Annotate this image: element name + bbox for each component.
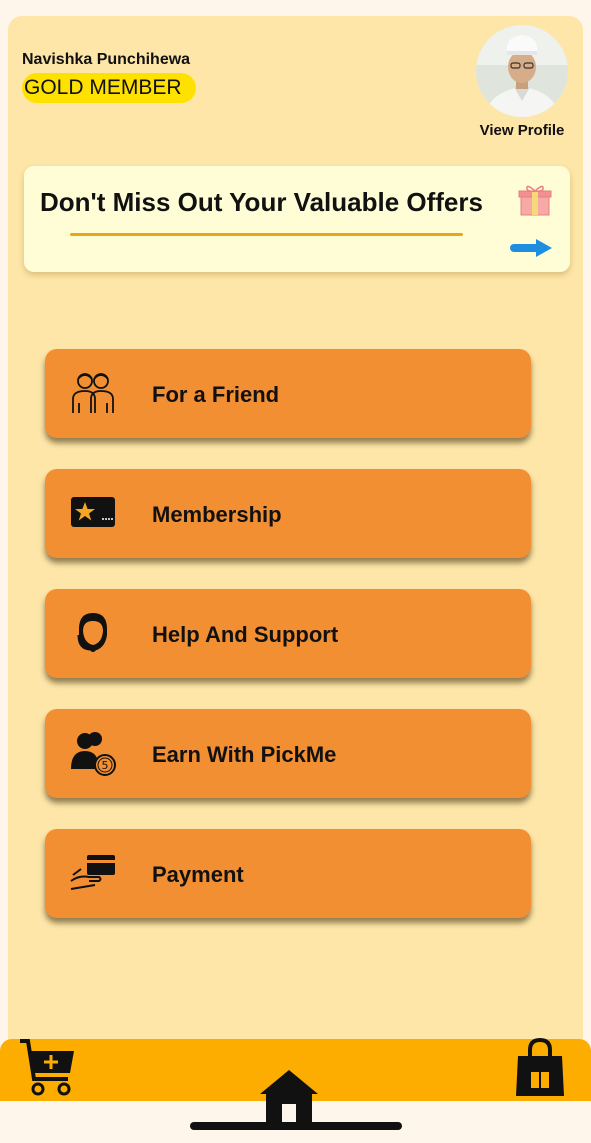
menu-item-earn-with-pickme[interactable]: 5 Earn With PickMe: [45, 709, 531, 798]
menu-item-label: Earn With PickMe: [152, 742, 337, 767]
menu-item-label: Membership: [152, 502, 282, 527]
menu-item-label: Payment: [152, 862, 244, 887]
view-profile-link[interactable]: View Profile: [476, 122, 568, 139]
menu-item-label: For a Friend: [152, 382, 280, 407]
support-agent-icon: [77, 613, 107, 652]
menu-item-membership[interactable]: Membership: [45, 469, 531, 558]
menu-item-label: Help And Support: [152, 622, 339, 647]
earn-icon: 5: [71, 732, 116, 776]
arrow-right-icon[interactable]: [508, 237, 554, 259]
shopping-bag-icon[interactable]: [514, 1038, 566, 1098]
membership-badge: GOLD MEMBER: [22, 73, 196, 103]
offers-card[interactable]: Don't Miss Out Your Valuable Offers: [24, 166, 570, 272]
home-indicator: [190, 1122, 402, 1130]
offers-title: Don't Miss Out Your Valuable Offers: [40, 187, 483, 217]
menu-item-help-and-support[interactable]: Help And Support: [45, 589, 531, 678]
payment-card-icon: [70, 855, 115, 890]
menu-item-for-a-friend[interactable]: For a Friend: [45, 349, 531, 438]
membership-card-icon: [71, 497, 115, 527]
friends-icon: [72, 373, 114, 413]
app-screen: Navishka Punchihewa GOLD MEMBER View Pro…: [0, 0, 591, 1143]
svg-text:5: 5: [102, 759, 109, 772]
home-icon[interactable]: [258, 1066, 320, 1128]
avatar[interactable]: [476, 25, 568, 117]
offers-underline: [70, 233, 463, 236]
add-to-cart-icon[interactable]: [18, 1037, 78, 1099]
gift-icon: [518, 185, 552, 216]
user-name: Navishka Punchihewa: [22, 51, 191, 68]
menu-item-payment[interactable]: Payment: [45, 829, 531, 918]
